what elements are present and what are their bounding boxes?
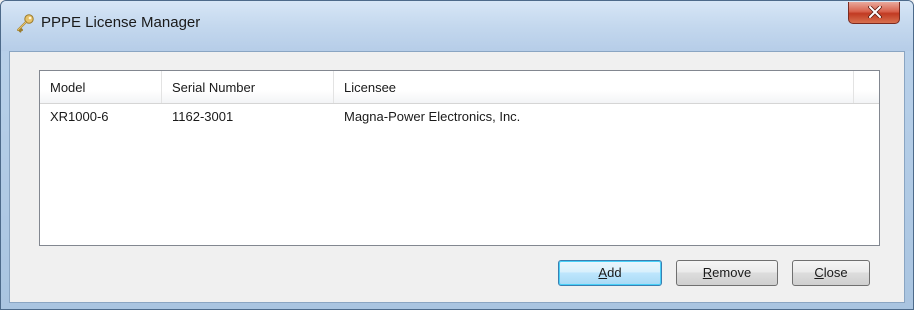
list-item[interactable]: XR1000-6 1162-3001 Magna-Power Electroni… bbox=[40, 104, 879, 130]
cell-model: XR1000-6 bbox=[50, 109, 109, 124]
add-button[interactable]: Add bbox=[558, 260, 662, 286]
license-list[interactable]: Model Serial Number Licensee XR1000-6 11… bbox=[39, 70, 880, 246]
cell-licensee: Magna-Power Electronics, Inc. bbox=[344, 109, 521, 124]
close-icon bbox=[868, 6, 882, 18]
window-close-button[interactable] bbox=[848, 2, 900, 24]
remove-button[interactable]: Remove bbox=[676, 260, 778, 286]
column-header-model[interactable]: Model bbox=[40, 71, 162, 103]
column-header-filler bbox=[854, 71, 879, 103]
close-button[interactable]: Close bbox=[792, 260, 870, 286]
key-icon bbox=[15, 13, 35, 33]
column-header-licensee[interactable]: Licensee bbox=[334, 71, 854, 103]
cell-serial-number: 1162-3001 bbox=[172, 109, 234, 124]
list-header: Model Serial Number Licensee bbox=[40, 71, 879, 104]
title-bar[interactable]: PPPE License Manager bbox=[1, 1, 913, 51]
dialog-client-area: Model Serial Number Licensee XR1000-6 11… bbox=[9, 51, 905, 303]
column-header-serial-number[interactable]: Serial Number bbox=[162, 71, 334, 103]
window-title: PPPE License Manager bbox=[41, 14, 201, 31]
license-manager-window: PPPE License Manager Model Serial Number… bbox=[0, 0, 914, 310]
